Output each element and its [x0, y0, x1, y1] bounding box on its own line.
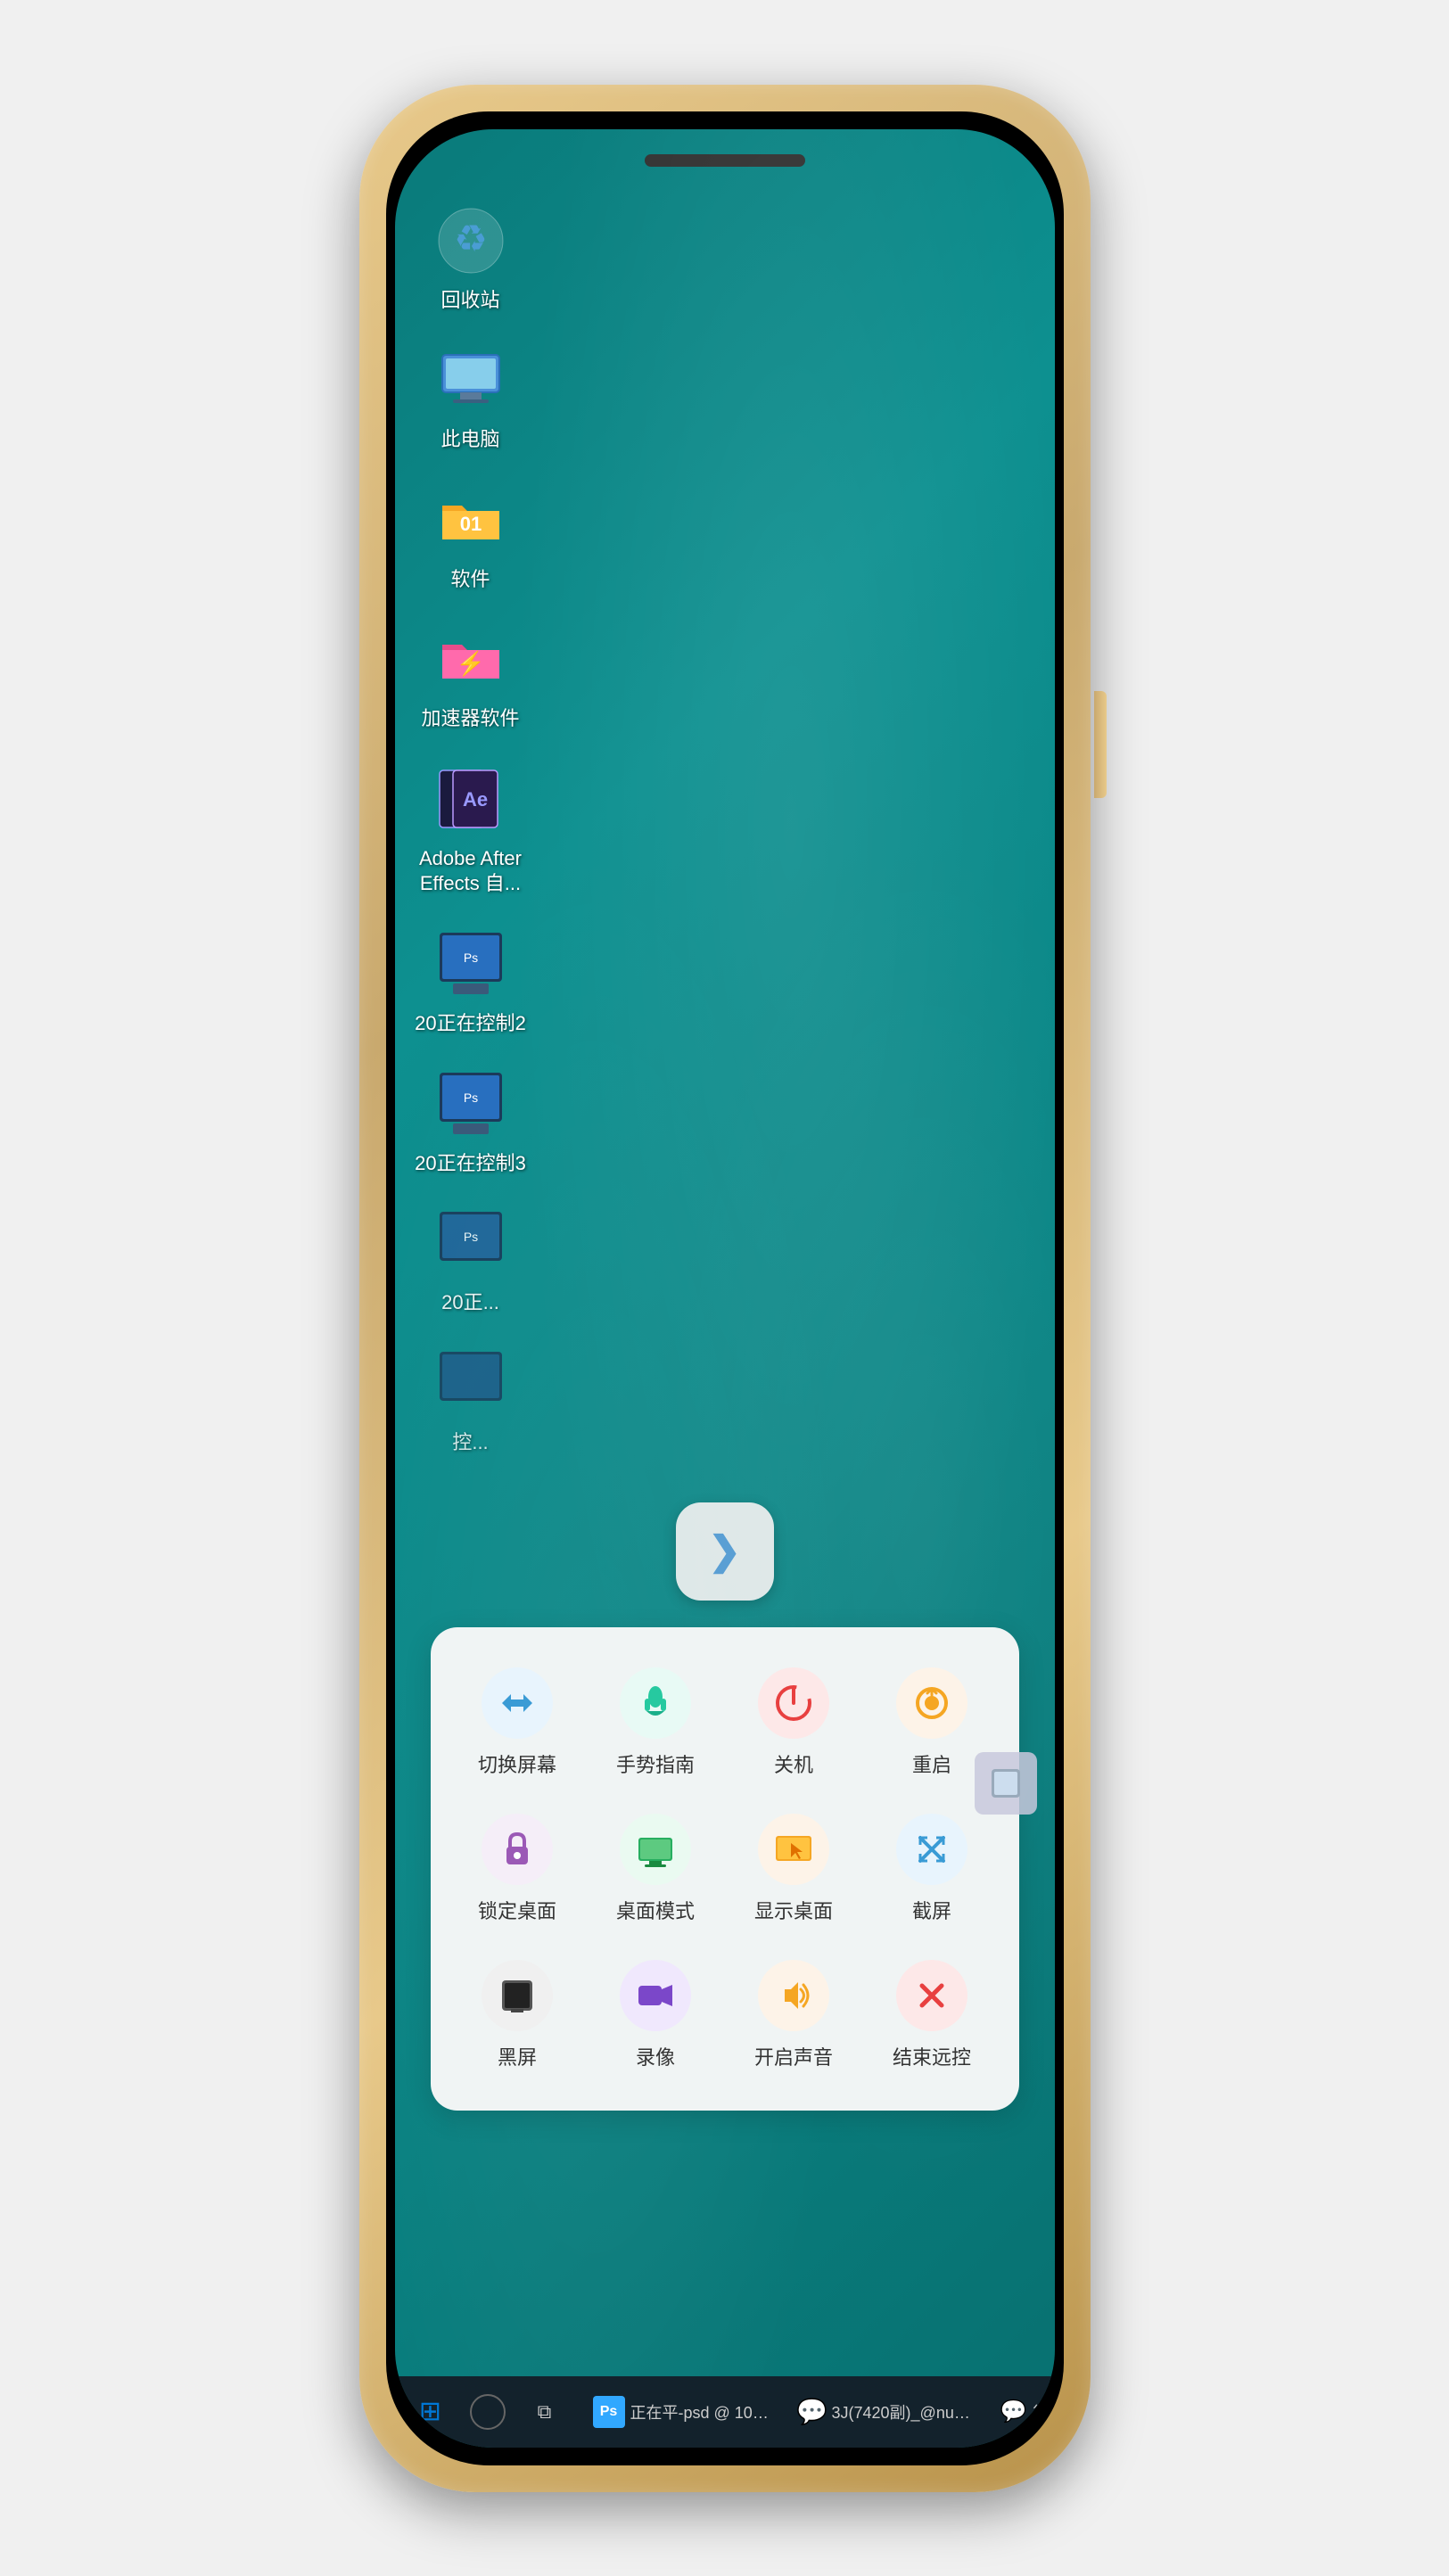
- adobe-ae-label: Adobe After Effects 自...: [413, 846, 529, 897]
- ps-taskbar-label: 正在平-psd @ 100...: [630, 2400, 773, 2424]
- phone-frame: ♻ 回收站 此电脑: [359, 85, 1091, 2492]
- recycle-bin-icon[interactable]: ♻ 回收站: [413, 201, 529, 314]
- desktop-icons-container: ♻ 回收站 此电脑: [413, 201, 529, 1456]
- control3-icon[interactable]: Ps 20正在控制3: [413, 1064, 529, 1177]
- switch-screen-label: 切换屏幕: [478, 1749, 556, 1778]
- wechat2-taskbar-item[interactable]: 💬 微信共80版: [987, 2389, 1055, 2435]
- wechat-taskbar-label: 3J(7420副)_@nua...: [832, 2400, 975, 2424]
- recycle-bin-label: 回收站: [440, 288, 499, 314]
- accelerator-label: 加速器软件: [421, 706, 519, 732]
- svg-text:Ps: Ps: [463, 1230, 477, 1244]
- record-label: 录像: [636, 2042, 675, 2070]
- control4-label: 20正...: [441, 1290, 499, 1316]
- shutdown-button[interactable]: 关机: [727, 1654, 860, 1791]
- control3-label: 20正在控制3: [415, 1151, 526, 1177]
- svg-text:Ps: Ps: [463, 1090, 477, 1105]
- task-view-icon: ⧉: [525, 2392, 564, 2432]
- this-pc-label: 此电脑: [440, 427, 499, 453]
- ps-icon: Ps: [593, 2396, 625, 2428]
- end-remote-label: 结束远控: [893, 2042, 971, 2070]
- enable-sound-button[interactable]: 开启声音: [727, 1946, 860, 2084]
- enable-sound-label: 开启声音: [754, 2042, 833, 2070]
- gesture-guide-button[interactable]: 手势指南: [589, 1654, 722, 1791]
- speaker: [645, 154, 805, 167]
- accelerator-icon[interactable]: ⚡ 加速器软件: [413, 619, 529, 732]
- switch-screen-button[interactable]: 切换屏幕: [450, 1654, 584, 1791]
- screen: ♻ 回收站 此电脑: [395, 129, 1055, 2448]
- wechat-icon: 💬: [793, 2392, 832, 2432]
- restart-label: 重启: [912, 1749, 951, 1778]
- collapse-button[interactable]: ❯: [676, 1502, 774, 1601]
- black-screen-button[interactable]: 黑屏: [450, 1946, 584, 2084]
- phone-inner: ♻ 回收站 此电脑: [386, 111, 1064, 2465]
- quick-panel-row-3: 黑屏 录像: [449, 1946, 1001, 2084]
- software-folder-icon[interactable]: 01 软件: [413, 480, 529, 593]
- control5-icon[interactable]: 控...: [413, 1343, 529, 1456]
- record-button[interactable]: 录像: [589, 1946, 722, 2084]
- windows-start-icon: ⊞: [411, 2392, 450, 2432]
- wechat2-icon: 💬: [994, 2392, 1033, 2432]
- ps-taskbar-item[interactable]: Ps 正在平-psd @ 100...: [586, 2392, 780, 2432]
- control2-label: 20正在控制2: [415, 1011, 526, 1037]
- power-button[interactable]: [1094, 691, 1107, 798]
- screenshot-label: 截屏: [912, 1896, 951, 1924]
- show-desktop-button[interactable]: 显示桌面: [727, 1800, 860, 1938]
- control2-icon[interactable]: Ps 20正在控制2: [413, 924, 529, 1037]
- control5-label: 控...: [452, 1430, 488, 1456]
- svg-text:⚡: ⚡: [456, 650, 484, 678]
- quick-panel-row-1: 切换屏幕 手势指南: [449, 1654, 1001, 1791]
- svg-text:Ps: Ps: [463, 951, 477, 965]
- desktop-mode-button[interactable]: 桌面模式: [589, 1800, 722, 1938]
- gesture-guide-label: 手势指南: [616, 1749, 695, 1778]
- quick-panel-row-2: 锁定桌面 桌面模式: [449, 1800, 1001, 1938]
- start-button[interactable]: ⊞: [404, 2389, 457, 2435]
- this-pc-icon[interactable]: 此电脑: [413, 340, 529, 453]
- chevron-down-icon: ❯: [708, 1528, 741, 1574]
- svg-text:01: 01: [459, 513, 481, 535]
- taskbar: ⊞ ⧉ Ps 正在平-psd @ 100... 💬: [395, 2376, 1055, 2448]
- lock-desktop-label: 锁定桌面: [478, 1896, 556, 1924]
- quick-action-panel: 切换屏幕 手势指南: [431, 1627, 1019, 2111]
- desktop-mode-label: 桌面模式: [616, 1896, 695, 1924]
- black-screen-label: 黑屏: [498, 2042, 537, 2070]
- wechat2-taskbar-label: 微信共80版: [1033, 2400, 1055, 2424]
- task-view-button[interactable]: ⧉: [518, 2389, 572, 2435]
- control4-icon[interactable]: Ps 20正...: [413, 1203, 529, 1316]
- lock-desktop-button[interactable]: 锁定桌面: [450, 1800, 584, 1938]
- show-desktop-label: 显示桌面: [754, 1896, 833, 1924]
- search-circle-icon: [470, 2394, 506, 2430]
- svg-text:♻: ♻: [454, 218, 488, 259]
- wechat-taskbar-item[interactable]: 💬 3J(7420副)_@nua...: [786, 2389, 982, 2435]
- svg-text:Ae: Ae: [462, 788, 487, 811]
- shutdown-label: 关机: [774, 1749, 813, 1778]
- search-button[interactable]: [463, 2391, 513, 2433]
- software-label: 软件: [450, 567, 490, 593]
- end-remote-button[interactable]: 结束远控: [865, 1946, 999, 2084]
- screenshot-button[interactable]: 截屏: [865, 1800, 999, 1938]
- adobe-ae-icon[interactable]: Ae Adobe After Effects 自...: [413, 759, 529, 897]
- extra-icon: [975, 1752, 1037, 1815]
